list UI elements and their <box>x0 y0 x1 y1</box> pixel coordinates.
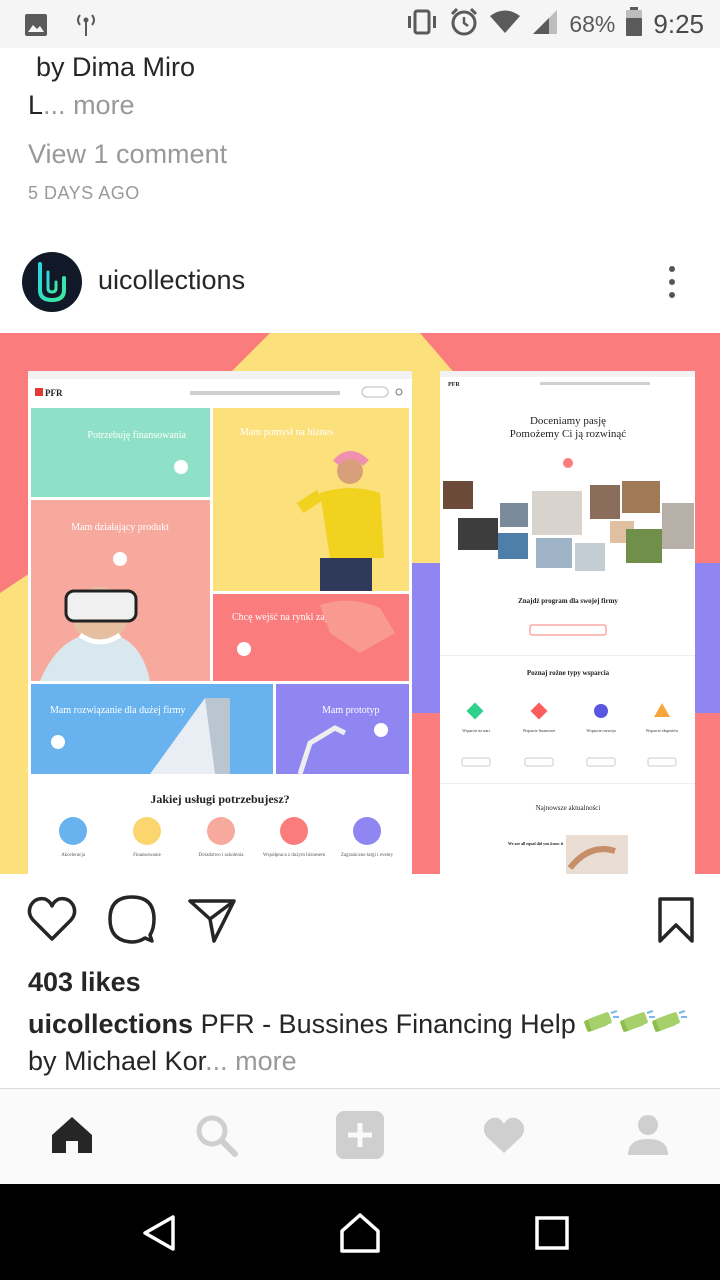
more-options-button[interactable] <box>656 262 688 302</box>
avatar[interactable] <box>22 252 82 312</box>
comment-icon[interactable] <box>106 893 158 950</box>
bottom-tab-bar <box>0 1088 720 1184</box>
previous-caption-author: by Dima Miro <box>36 52 196 82</box>
service-label: Doradztwo i szkolenia <box>199 853 245 858</box>
tile-label: Potrzebuję finansowania <box>87 430 186 441</box>
recents-icon[interactable] <box>527 1208 577 1258</box>
caption-username[interactable]: uicollections <box>28 1009 193 1039</box>
signal-antenna-icon <box>74 12 98 43</box>
system-nav-bar <box>0 1184 720 1280</box>
right-section-1: Znajdź program dla swojej firmy <box>518 597 618 605</box>
home-icon[interactable] <box>48 1111 96 1159</box>
right-heading-1: Doceniamy pasję <box>530 415 606 427</box>
money-emoji-icon <box>583 1009 688 1039</box>
left-logo: PFR <box>45 388 63 398</box>
add-post-icon[interactable] <box>336 1111 384 1159</box>
support-type: Wsparcie rozwoju <box>586 728 615 733</box>
caption: uicollections PFR - Bussines Financing H… <box>28 1009 688 1040</box>
right-section-3: Najnowsze aktualności <box>536 804 601 812</box>
wifi-icon <box>489 9 521 40</box>
home-icon[interactable] <box>335 1208 385 1258</box>
service-label: Współpraca z dużym biznesem <box>263 853 325 858</box>
view-comments-link[interactable]: View 1 comment <box>28 139 227 170</box>
cell-signal-icon <box>531 8 559 41</box>
tile-label: Mam działający produkt <box>71 522 169 533</box>
caption-continued: by Michael Kor <box>28 1046 206 1076</box>
dot <box>669 292 675 298</box>
clock: 9:25 <box>653 8 704 39</box>
alarm-icon <box>449 7 479 42</box>
share-icon[interactable] <box>186 893 238 950</box>
support-type: Wsparcie finansowe <box>523 728 556 733</box>
support-type: Wsparcie ekspertów <box>646 728 679 733</box>
dot <box>669 279 675 285</box>
activity-heart-icon[interactable] <box>480 1111 528 1159</box>
post-username[interactable]: uicollections <box>98 265 245 296</box>
post-actions <box>0 893 720 953</box>
service-label: Finansowanie <box>133 853 162 858</box>
previous-caption-truncated: L... more <box>28 90 135 121</box>
right-heading-2: Pomożemy Ci ją rozwinąć <box>510 428 627 440</box>
like-icon[interactable] <box>26 893 78 950</box>
caption-second-line: by Michael Kor... more <box>28 1046 297 1077</box>
caption-more-link[interactable]: more <box>235 1046 297 1076</box>
tile-label: Mam pomysł na biznes <box>240 427 333 438</box>
service-label: Akceleracja <box>61 853 86 858</box>
vibrate-icon <box>405 9 439 40</box>
battery-percent: 68% <box>569 10 616 37</box>
post-timestamp: 5 DAYS AGO <box>28 183 140 203</box>
status-bar: 68% 9:25 <box>0 0 720 48</box>
service-label: Zagraniczne targi i eventy <box>341 853 394 858</box>
profile-icon[interactable] <box>624 1111 672 1159</box>
news-title: We are all equal did you know it <box>508 841 564 846</box>
caption-text: PFR - Bussines Financing Help <box>200 1009 576 1039</box>
tile-label: Mam prototyp <box>322 705 380 716</box>
search-icon[interactable] <box>192 1111 240 1159</box>
services-question: Jakiej usługi potrzebujesz? <box>150 792 289 806</box>
post-image[interactable]: PFR Potrzebuję finansowania Mam pomysł n… <box>0 333 720 874</box>
tile-label: Mam rozwiązanie dla dużej firmy <box>50 705 186 716</box>
ellipsis: ... <box>205 1046 228 1076</box>
previous-caption-text: L <box>28 90 44 120</box>
previous-more-link[interactable]: more <box>73 90 135 120</box>
right-section-2: Poznaj rożne typy wsparcia <box>527 669 610 677</box>
battery-icon <box>625 6 643 42</box>
back-icon[interactable] <box>134 1208 184 1258</box>
ellipsis: ... <box>43 90 66 120</box>
likes-count[interactable]: 403 likes <box>28 967 141 998</box>
right-logo: PFR <box>448 382 460 388</box>
support-type: Wsparcie na start <box>462 728 491 733</box>
dot <box>669 266 675 272</box>
image-icon <box>24 13 48 42</box>
bookmark-icon[interactable] <box>656 897 696 948</box>
